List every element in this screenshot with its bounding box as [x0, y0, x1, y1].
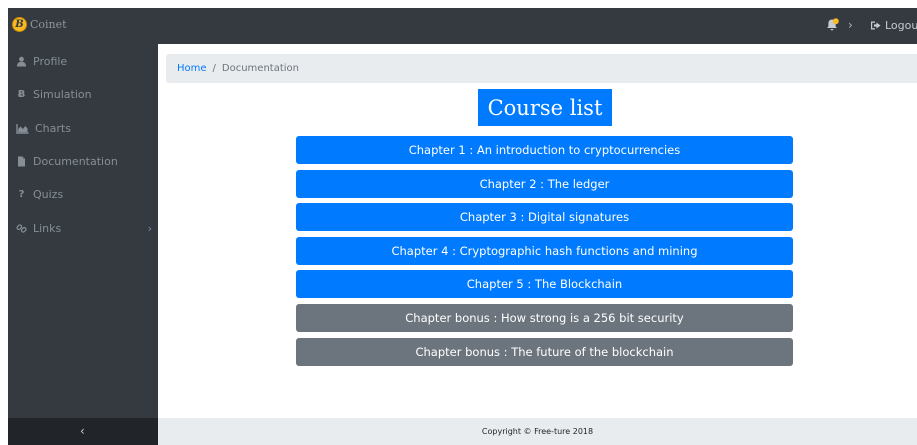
- chapter-1-button[interactable]: Chapter 1 : An introduction to cryptocur…: [296, 136, 793, 164]
- chapter-2-button[interactable]: Chapter 2 : The ledger: [296, 169, 793, 198]
- sidebar-item-label: Profile: [33, 55, 68, 68]
- footer: Copyright © Free-ture 2018: [158, 418, 917, 445]
- sign-out-icon: [871, 21, 881, 30]
- logout-label: Logout: [885, 19, 917, 32]
- bitcoin-icon: Ƀ: [17, 89, 26, 100]
- breadcrumb: Home / Documentation: [166, 54, 917, 83]
- logout-button[interactable]: Logout: [870, 19, 917, 32]
- chevron-right-icon: ›: [147, 222, 152, 235]
- sidebar-item-simulation[interactable]: Ƀ Simulation: [16, 88, 156, 101]
- sidebar-item-label: Simulation: [33, 88, 92, 101]
- sidebar-item-label: Links: [33, 222, 62, 235]
- page-margin: [0, 0, 8, 445]
- sidebar-item-documentation[interactable]: Documentation: [16, 155, 156, 168]
- chapter-4-button[interactable]: Chapter 4 : Cryptographic hash functions…: [296, 236, 793, 265]
- page-title: Course list: [478, 89, 612, 126]
- sidebar-item-label: Charts: [35, 122, 71, 135]
- question-icon: ?: [18, 189, 25, 200]
- bitcoin-logo-icon: B: [12, 17, 27, 32]
- user-icon: [17, 56, 26, 67]
- brand-name: Coinet: [30, 18, 67, 31]
- sidebar-item-label: Quizs: [33, 188, 64, 201]
- sidebar-toggle-bar: ‹: [8, 418, 158, 445]
- chapter-bonus-2-button[interactable]: Chapter bonus : The future of the blockc…: [296, 337, 793, 366]
- chapter-5-button[interactable]: Chapter 5 : The Blockchain: [296, 270, 793, 299]
- sidebar-collapse-icon[interactable]: ‹: [80, 424, 85, 438]
- breadcrumb-current: Documentation: [221, 63, 299, 74]
- file-icon: [18, 156, 25, 167]
- notification-dot: [832, 18, 839, 25]
- chapter-3-button[interactable]: Chapter 3 : Digital signatures: [296, 203, 793, 232]
- copyright-text: Copyright © Free-ture 2018: [481, 427, 594, 436]
- chapter-bonus-1-button[interactable]: Chapter bonus : How strong is a 256 bit …: [296, 303, 793, 332]
- sidebar-item-quizs[interactable]: ? Quizs: [16, 188, 156, 201]
- brand[interactable]: B Coinet: [12, 17, 67, 32]
- breadcrumb-separator: /: [212, 63, 216, 74]
- link-icon: [16, 224, 27, 233]
- sidebar-item-profile[interactable]: Profile: [16, 55, 156, 68]
- notification-chevron-icon[interactable]: ›: [848, 18, 853, 32]
- breadcrumb-home-link[interactable]: Home: [177, 63, 207, 74]
- sidebar-item-links[interactable]: Links ›: [16, 222, 156, 235]
- sidebar-item-charts[interactable]: Charts: [16, 122, 156, 135]
- page-title-text: Course list: [487, 95, 603, 120]
- sidebar-item-label: Documentation: [33, 155, 118, 168]
- area-chart-icon: [16, 124, 29, 134]
- sidebar: Profile Ƀ Simulation Charts Documentatio…: [8, 44, 158, 418]
- top-navbar: B Coinet › Logout: [8, 8, 917, 44]
- bell-icon[interactable]: [825, 18, 839, 32]
- chapter-list: Chapter 1 : An introduction to cryptocur…: [296, 136, 793, 371]
